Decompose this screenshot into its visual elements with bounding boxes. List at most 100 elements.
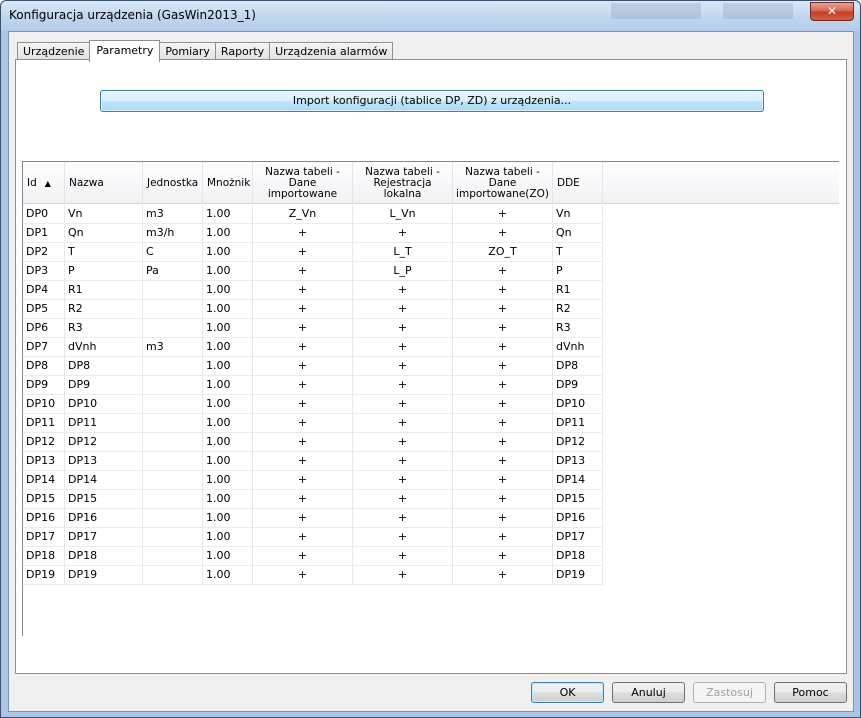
column-header-mnoznik[interactable]: Mnożnik bbox=[203, 162, 253, 204]
cell-dane-importowane-zo[interactable]: + bbox=[453, 262, 553, 281]
cell-dane-importowane[interactable]: + bbox=[253, 471, 353, 490]
cell-dane-importowane[interactable]: + bbox=[253, 262, 353, 281]
table-row[interactable]: DP17 DP17 1.00 + + + DP17 bbox=[23, 528, 603, 547]
table-row[interactable]: DP8 DP8 1.00 + + + DP8 bbox=[23, 357, 603, 376]
cell-dane-importowane[interactable]: + bbox=[253, 509, 353, 528]
cell-dane-importowane-zo[interactable]: + bbox=[453, 528, 553, 547]
cell-jednostka[interactable] bbox=[143, 395, 203, 414]
cell-mnoznik[interactable]: 1.00 bbox=[203, 509, 253, 528]
cell-dde[interactable]: DP18 bbox=[553, 547, 603, 566]
cell-dane-importowane[interactable]: + bbox=[253, 281, 353, 300]
cell-dde[interactable]: R1 bbox=[553, 281, 603, 300]
cell-dane-importowane-zo[interactable]: ZO_T bbox=[453, 243, 553, 262]
cell-dane-importowane-zo[interactable]: + bbox=[453, 433, 553, 452]
cell-dane-importowane-zo[interactable]: + bbox=[453, 300, 553, 319]
cell-jednostka[interactable] bbox=[143, 357, 203, 376]
cell-dde[interactable]: T bbox=[553, 243, 603, 262]
column-header-dane-importowane-zo[interactable]: Nazwa tabeli - Dane importowane(ZO) bbox=[453, 162, 553, 204]
cell-dde[interactable]: DP8 bbox=[553, 357, 603, 376]
cell-id[interactable]: DP7 bbox=[23, 338, 65, 357]
cell-jednostka[interactable] bbox=[143, 452, 203, 471]
cell-dane-importowane[interactable]: + bbox=[253, 243, 353, 262]
column-header-id[interactable]: Id ▲ bbox=[23, 162, 65, 204]
cell-dane-importowane-zo[interactable]: + bbox=[453, 490, 553, 509]
table-row[interactable]: DP7 dVnh m3 1.00 + + + dVnh bbox=[23, 338, 603, 357]
table-row[interactable]: DP19 DP19 1.00 + + + DP19 bbox=[23, 566, 603, 585]
cell-dane-importowane-zo[interactable]: + bbox=[453, 452, 553, 471]
table-row[interactable]: DP16 DP16 1.00 + + + DP16 bbox=[23, 509, 603, 528]
close-button[interactable]: ✕ bbox=[810, 2, 854, 21]
cell-mnoznik[interactable]: 1.00 bbox=[203, 262, 253, 281]
cell-rejestracja-lokalna[interactable]: + bbox=[353, 433, 453, 452]
cell-jednostka[interactable]: m3 bbox=[143, 205, 203, 224]
cell-dde[interactable]: DP10 bbox=[553, 395, 603, 414]
cell-nazwa[interactable]: Vn bbox=[65, 205, 143, 224]
cell-nazwa[interactable]: DP16 bbox=[65, 509, 143, 528]
cell-mnoznik[interactable]: 1.00 bbox=[203, 547, 253, 566]
cell-id[interactable]: DP18 bbox=[23, 547, 65, 566]
cell-rejestracja-lokalna[interactable]: + bbox=[353, 338, 453, 357]
cell-nazwa[interactable]: R3 bbox=[65, 319, 143, 338]
table-row[interactable]: DP18 DP18 1.00 + + + DP18 bbox=[23, 547, 603, 566]
table-row[interactable]: DP14 DP14 1.00 + + + DP14 bbox=[23, 471, 603, 490]
cell-nazwa[interactable]: R2 bbox=[65, 300, 143, 319]
cell-nazwa[interactable]: Qn bbox=[65, 224, 143, 243]
title-bar[interactable]: Konfiguracja urządzenia (GasWin2013_1) ✕ bbox=[1, 1, 860, 31]
cell-dane-importowane[interactable]: + bbox=[253, 395, 353, 414]
cell-nazwa[interactable]: DP18 bbox=[65, 547, 143, 566]
cell-dane-importowane[interactable]: + bbox=[253, 319, 353, 338]
cell-dane-importowane-zo[interactable]: + bbox=[453, 376, 553, 395]
cell-nazwa[interactable]: DP11 bbox=[65, 414, 143, 433]
cell-dane-importowane[interactable]: + bbox=[253, 376, 353, 395]
cell-nazwa[interactable]: DP8 bbox=[65, 357, 143, 376]
cell-dde[interactable]: dVnh bbox=[553, 338, 603, 357]
cell-mnoznik[interactable]: 1.00 bbox=[203, 452, 253, 471]
parameters-table[interactable]: Id ▲ Nazwa Jednostka Mnożnik Nazwa tabel… bbox=[22, 161, 839, 636]
cell-dde[interactable]: DP13 bbox=[553, 452, 603, 471]
cell-dde[interactable]: DP17 bbox=[553, 528, 603, 547]
cell-jednostka[interactable] bbox=[143, 528, 203, 547]
cell-jednostka[interactable] bbox=[143, 490, 203, 509]
cell-id[interactable]: DP17 bbox=[23, 528, 65, 547]
cell-dane-importowane[interactable]: + bbox=[253, 300, 353, 319]
import-config-button[interactable]: Import konfiguracji (tablice DP, ZD) z u… bbox=[100, 90, 764, 112]
cell-mnoznik[interactable]: 1.00 bbox=[203, 338, 253, 357]
cell-id[interactable]: DP3 bbox=[23, 262, 65, 281]
cell-id[interactable]: DP5 bbox=[23, 300, 65, 319]
cell-id[interactable]: DP8 bbox=[23, 357, 65, 376]
cell-id[interactable]: DP19 bbox=[23, 566, 65, 585]
cell-jednostka[interactable] bbox=[143, 376, 203, 395]
cell-jednostka[interactable] bbox=[143, 471, 203, 490]
cell-dane-importowane[interactable]: + bbox=[253, 224, 353, 243]
cell-mnoznik[interactable]: 1.00 bbox=[203, 376, 253, 395]
cell-dane-importowane[interactable]: + bbox=[253, 433, 353, 452]
cell-dane-importowane-zo[interactable]: + bbox=[453, 547, 553, 566]
cell-mnoznik[interactable]: 1.00 bbox=[203, 243, 253, 262]
cell-id[interactable]: DP2 bbox=[23, 243, 65, 262]
table-row[interactable]: DP9 DP9 1.00 + + + DP9 bbox=[23, 376, 603, 395]
cell-nazwa[interactable]: dVnh bbox=[65, 338, 143, 357]
cell-rejestracja-lokalna[interactable]: + bbox=[353, 224, 453, 243]
cell-dane-importowane-zo[interactable]: + bbox=[453, 338, 553, 357]
cell-dde[interactable]: DP19 bbox=[553, 566, 603, 585]
cell-dde[interactable]: R3 bbox=[553, 319, 603, 338]
table-row[interactable]: DP2 T C 1.00 + L_T ZO_T T bbox=[23, 243, 603, 262]
cell-id[interactable]: DP13 bbox=[23, 452, 65, 471]
table-row[interactable]: DP1 Qn m3/h 1.00 + + + Qn bbox=[23, 224, 603, 243]
cell-dde[interactable]: DP11 bbox=[553, 414, 603, 433]
ok-button[interactable]: OK bbox=[531, 682, 604, 703]
table-row[interactable]: DP3 P Pa 1.00 + L_P + P bbox=[23, 262, 603, 281]
cell-jednostka[interactable] bbox=[143, 319, 203, 338]
table-row[interactable]: DP0 Vn m3 1.00 Z_Vn L_Vn + Vn bbox=[23, 205, 603, 224]
cell-id[interactable]: DP15 bbox=[23, 490, 65, 509]
cell-jednostka[interactable] bbox=[143, 566, 203, 585]
cell-dde[interactable]: Qn bbox=[553, 224, 603, 243]
table-row[interactable]: DP15 DP15 1.00 + + + DP15 bbox=[23, 490, 603, 509]
cell-rejestracja-lokalna[interactable]: + bbox=[353, 528, 453, 547]
cell-nazwa[interactable]: DP13 bbox=[65, 452, 143, 471]
cell-mnoznik[interactable]: 1.00 bbox=[203, 566, 253, 585]
cell-rejestracja-lokalna[interactable]: + bbox=[353, 566, 453, 585]
table-row[interactable]: DP5 R2 1.00 + + + R2 bbox=[23, 300, 603, 319]
cell-dane-importowane[interactable]: + bbox=[253, 490, 353, 509]
cell-nazwa[interactable]: DP12 bbox=[65, 433, 143, 452]
